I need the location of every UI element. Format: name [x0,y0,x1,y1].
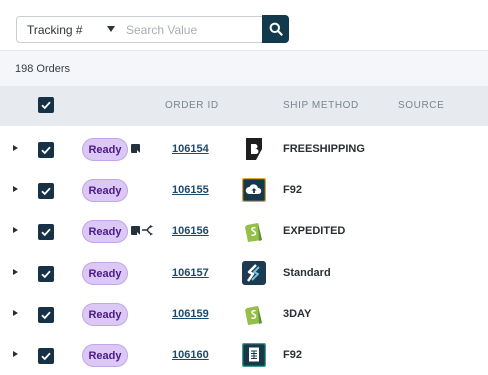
expand-row-icon[interactable] [13,227,18,233]
check-icon [41,352,51,361]
select-all-checkbox[interactable] [38,97,54,113]
expand-row-icon[interactable] [13,310,18,316]
filter-bar: Tracking # [0,0,488,50]
table-header: ORDER ID SHIP METHOD SOURCE [0,86,488,126]
ship-method: F92 [283,184,302,196]
note-icon[interactable] [131,226,140,235]
csv-file-icon [241,342,267,368]
search-field-select-value: Tracking # [27,23,83,37]
split-order-icon[interactable] [141,223,155,242]
expand-row-icon[interactable] [13,269,18,275]
expand-row-icon[interactable] [13,145,18,151]
check-icon [41,270,51,279]
expand-row-icon[interactable] [13,186,18,192]
note-icon[interactable] [131,144,140,153]
check-icon [41,228,51,237]
check-icon [41,101,51,110]
caret-down-icon [107,26,115,32]
row-checkbox[interactable] [38,348,54,364]
order-id-link[interactable]: 106154 [172,143,209,155]
search-field-select[interactable]: Tracking # [16,16,123,43]
table-row[interactable]: Ready 106154 FREESHIPPING [0,130,488,171]
shipstation-icon [242,261,266,285]
status-badge: Ready [82,344,128,367]
ship-method: EXPEDITED [283,225,346,237]
order-count: 198 Orders [15,63,71,75]
order-id-link[interactable]: 106155 [172,184,209,196]
row-checkbox[interactable] [38,142,54,158]
status-badge: Ready [82,220,128,243]
status-badge: Ready [82,179,128,202]
table-row[interactable]: Ready 106157 Standard [0,254,488,295]
status-badge: Ready [82,138,128,161]
search-button[interactable] [262,15,289,43]
column-header-order-id[interactable]: ORDER ID [165,100,219,111]
order-count-bar: 198 Orders [0,50,488,86]
table-row[interactable]: Ready 106159 3DAY [0,295,488,336]
cloud-upload-icon [241,177,267,203]
search-input[interactable] [122,16,263,43]
order-id-link[interactable]: 106156 [172,225,209,237]
search-icon [269,22,283,36]
row-checkbox[interactable] [38,307,54,323]
column-header-source[interactable]: SOURCE [398,100,444,111]
status-badge: Ready [82,262,128,285]
ship-method: F92 [283,349,302,361]
order-id-link[interactable]: 106157 [172,267,209,279]
column-header-ship-method[interactable]: SHIP METHOD [283,100,359,111]
table-row[interactable]: Ready 106156 EXPEDITED [0,212,488,253]
shopify-icon [242,219,266,243]
order-id-link[interactable]: 106160 [172,349,209,361]
check-icon [41,146,51,155]
ship-method: 3DAY [283,308,312,320]
ship-method: Standard [283,267,331,279]
bigcommerce-icon [242,137,266,161]
shopify-icon [242,302,266,326]
expand-row-icon[interactable] [13,351,18,357]
row-checkbox[interactable] [38,224,54,240]
ship-method: FREESHIPPING [283,143,365,155]
status-badge: Ready [82,303,128,326]
row-checkbox[interactable] [38,183,54,199]
check-icon [41,311,51,320]
table-row[interactable]: Ready 106160 F92 [0,336,488,375]
check-icon [41,187,51,196]
row-checkbox[interactable] [38,266,54,282]
order-id-link[interactable]: 106159 [172,308,209,320]
table-row[interactable]: Ready 106155 F92 [0,171,488,212]
